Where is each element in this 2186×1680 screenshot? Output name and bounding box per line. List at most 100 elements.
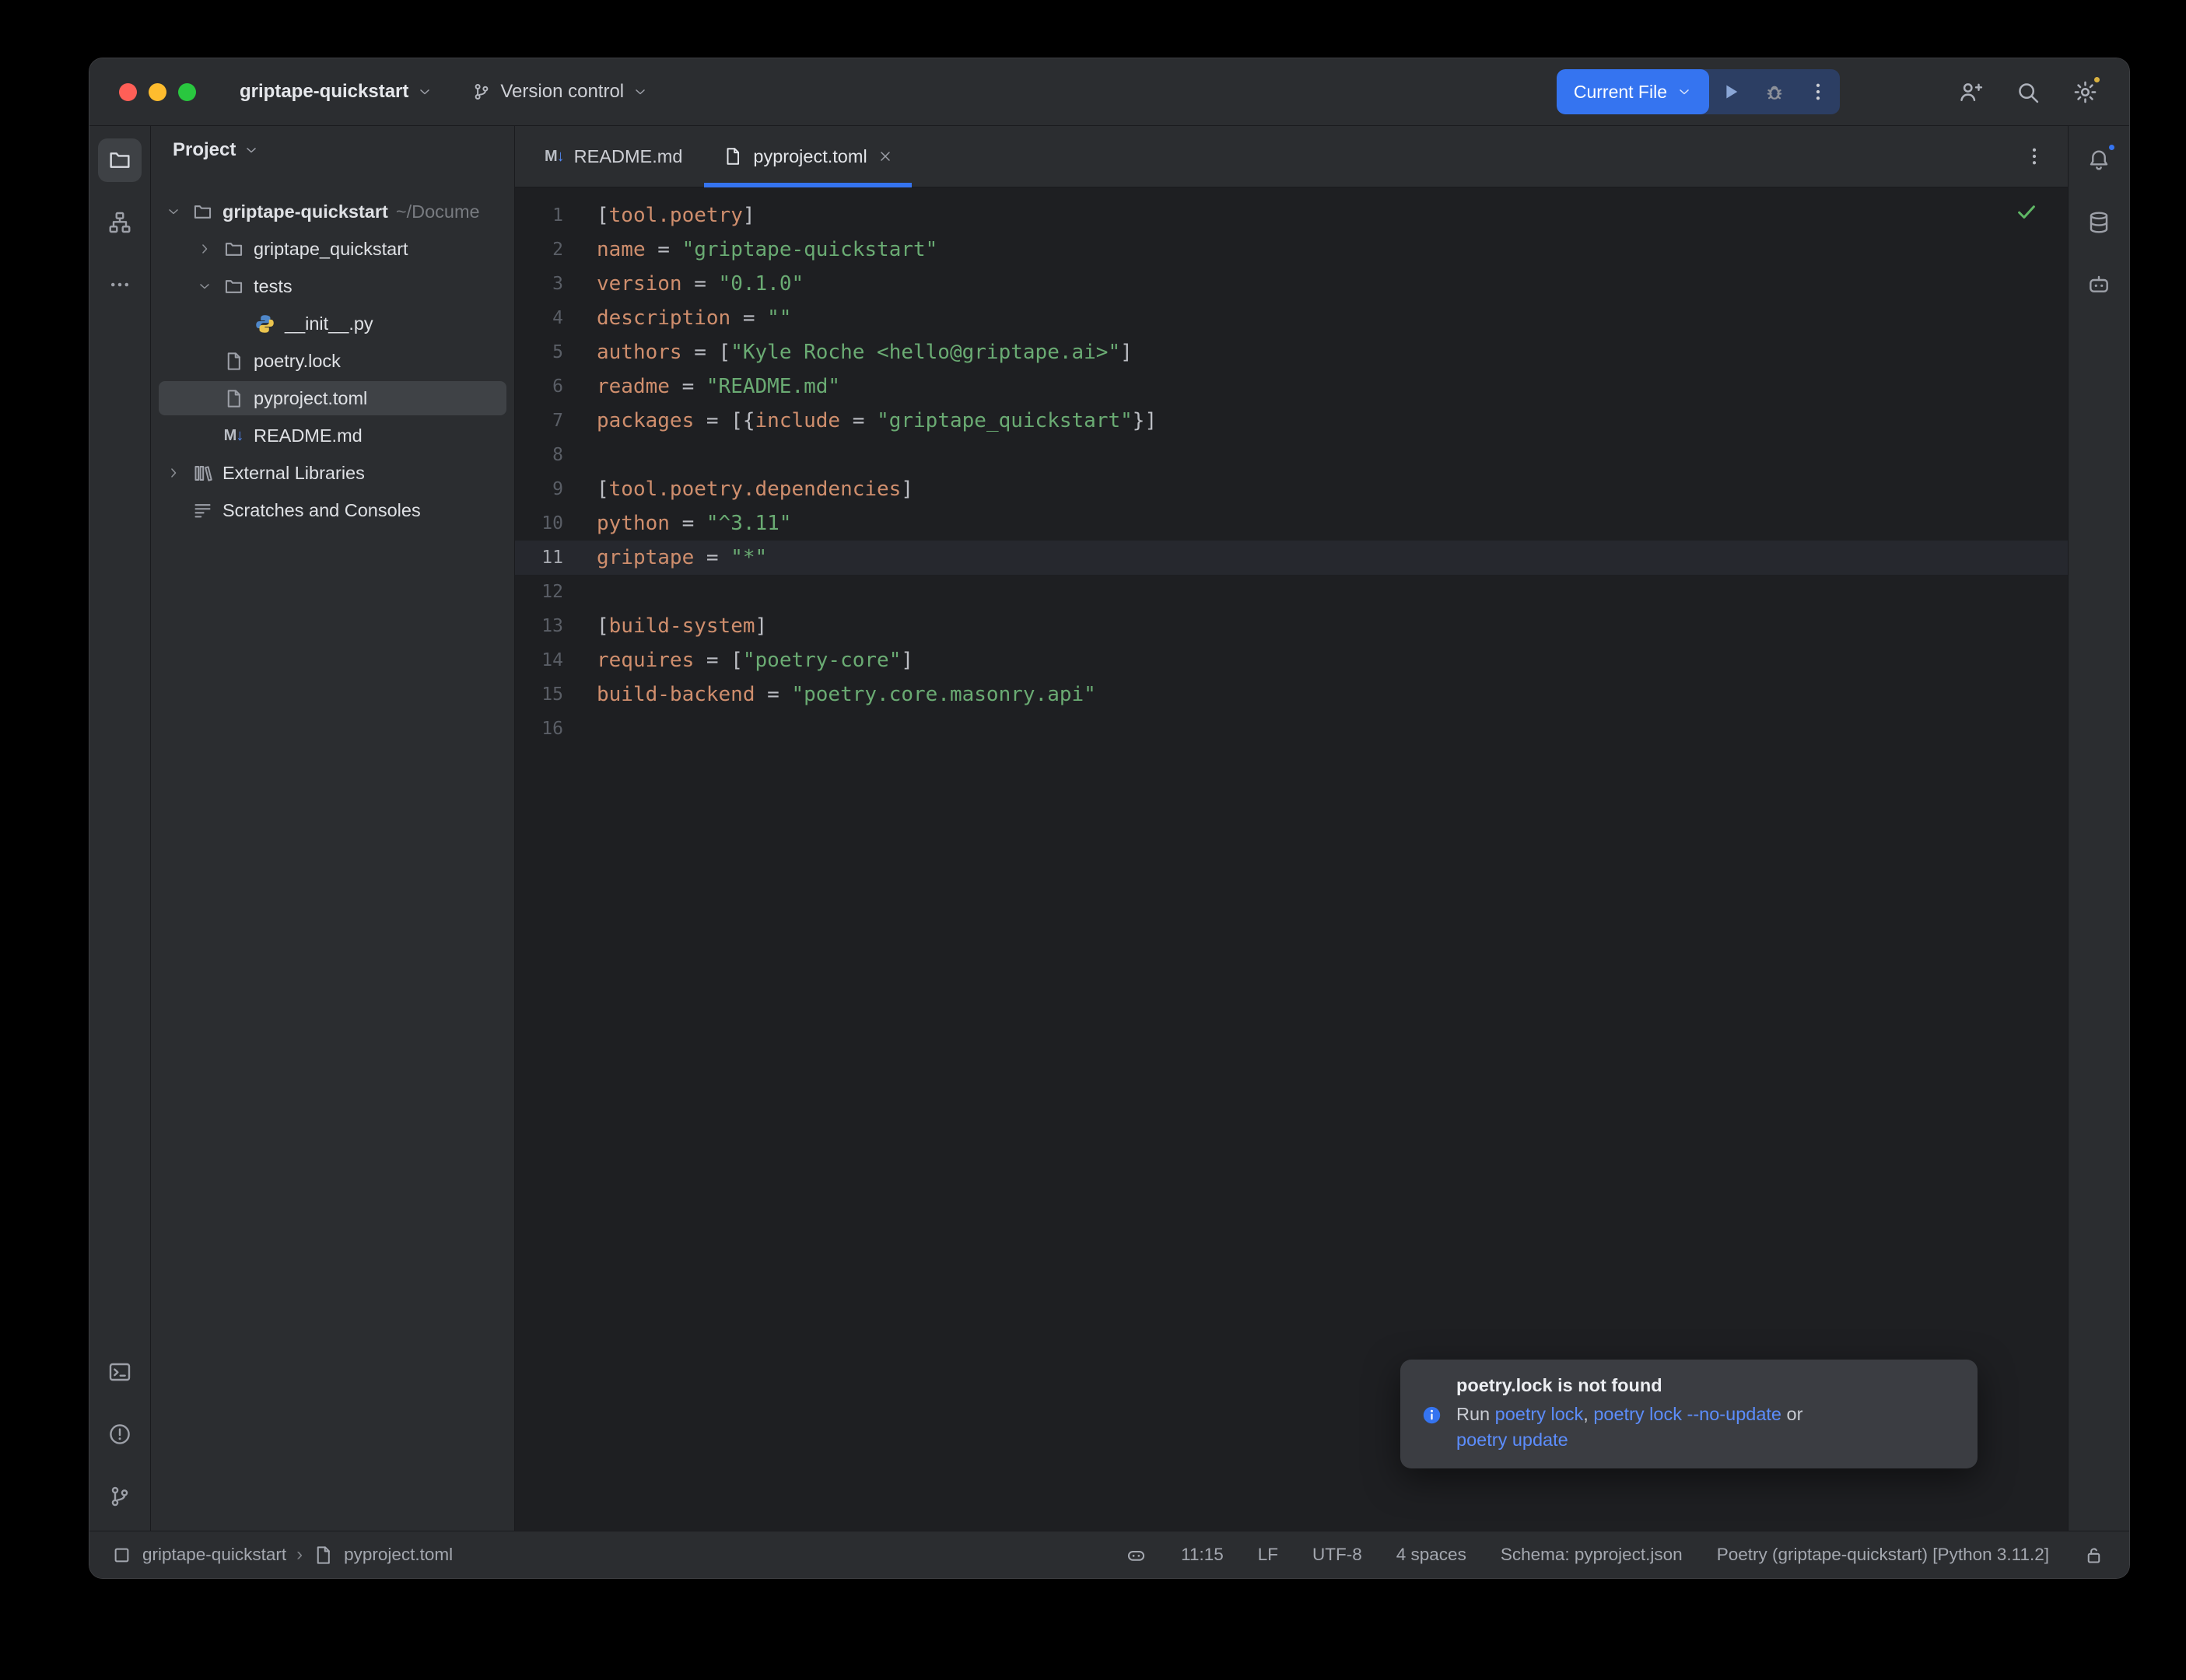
add-user-button[interactable]	[1949, 71, 1991, 113]
encoding-widget[interactable]: UTF-8	[1312, 1545, 1362, 1565]
line-text: [tool.poetry]	[563, 198, 755, 233]
tree-item-label: griptape_quickstart	[254, 239, 408, 260]
code-area[interactable]: 1[tool.poetry]2name = "griptape-quicksta…	[515, 187, 2068, 746]
run-widget: Current File	[1557, 69, 1840, 114]
editor[interactable]: 1[tool.poetry]2name = "griptape-quicksta…	[515, 187, 2068, 1531]
status-bar: griptape-quickstart›pyproject.toml 11:15…	[89, 1531, 2129, 1578]
database-tool-button[interactable]	[2077, 201, 2121, 244]
project-selector[interactable]: griptape-quickstart	[229, 73, 443, 110]
code-line[interactable]: 2name = "griptape-quickstart"	[515, 233, 2068, 267]
inspections-ok-icon[interactable]	[2015, 200, 2038, 223]
chevron-down-icon	[1676, 84, 1692, 100]
title-bar-actions: Current File	[1557, 69, 2106, 114]
code-line[interactable]: 10python = "^3.11"	[515, 506, 2068, 541]
right-tool-stripe	[2068, 126, 2129, 1531]
settings-button[interactable]	[2064, 71, 2106, 113]
line-text: version = "0.1.0"	[563, 267, 804, 301]
code-line[interactable]: 14requires = ["poetry-core"]	[515, 643, 2068, 677]
code-line[interactable]: 8	[515, 438, 2068, 472]
vcs-widget[interactable]: Version control	[461, 73, 659, 110]
file-icon	[218, 345, 249, 376]
line-number: 5	[515, 335, 563, 369]
code-line[interactable]: 9[tool.poetry.dependencies]	[515, 472, 2068, 506]
markdown-icon: M↓	[218, 420, 249, 451]
read-only-toggle-icon[interactable]	[2083, 1545, 2104, 1566]
chevron-right-icon[interactable]	[191, 233, 218, 264]
tab-pyproject-toml[interactable]: pyproject.toml	[702, 126, 913, 187]
info-icon	[1421, 1377, 1442, 1453]
cursor-position-widget[interactable]: 11:15	[1181, 1545, 1224, 1565]
breadcrumb-item-pyproject-toml[interactable]: pyproject.toml	[344, 1545, 453, 1565]
code-line[interactable]: 5authors = ["Kyle Roche <hello@griptape.…	[515, 335, 2068, 369]
tab-readme-md[interactable]: M↓README.md	[524, 126, 702, 187]
notification-link-poetry-lock[interactable]: poetry lock	[1495, 1404, 1584, 1424]
window-controls	[119, 83, 196, 101]
fullscreen-window-button[interactable]	[178, 83, 196, 101]
code-line[interactable]: 6readme = "README.md"	[515, 369, 2068, 404]
left-tool-stripe	[89, 126, 151, 1531]
interpreter-widget[interactable]: Poetry (griptape-quickstart) [Python 3.1…	[1717, 1545, 2049, 1565]
tree-item-tests[interactable]: tests	[151, 268, 514, 305]
tree-item-pyproject-toml[interactable]: pyproject.toml	[151, 380, 514, 417]
chevron-right-icon[interactable]	[160, 457, 187, 488]
line-number: 6	[515, 369, 563, 404]
python-icon	[249, 308, 280, 339]
line-number: 2	[515, 233, 563, 267]
more-tool-windows-button[interactable]	[98, 263, 142, 306]
line-separator-widget[interactable]: LF	[1258, 1545, 1278, 1565]
code-line[interactable]: 12	[515, 575, 2068, 609]
line-number: 7	[515, 404, 563, 438]
code-line[interactable]: 1[tool.poetry]	[515, 198, 2068, 233]
terminal-tool-button[interactable]	[98, 1350, 142, 1394]
ai-assistant-button[interactable]	[2077, 263, 2121, 306]
line-number: 12	[515, 575, 563, 609]
notification-text: or	[1781, 1404, 1802, 1424]
notification-link-poetry-lock-no-update[interactable]: poetry lock --no-update	[1593, 1404, 1781, 1424]
code-line[interactable]: 3version = "0.1.0"	[515, 267, 2068, 301]
tree-item-poetry-lock[interactable]: poetry.lock	[151, 342, 514, 380]
minimize-window-button[interactable]	[149, 83, 166, 101]
markdown-icon: M↓	[545, 148, 564, 166]
line-number: 11	[515, 541, 563, 575]
run-button[interactable]	[1709, 69, 1753, 114]
line-text	[563, 712, 597, 746]
line-text	[563, 575, 597, 609]
folder-icon	[218, 271, 249, 302]
chevron-down-icon[interactable]	[160, 196, 187, 227]
code-line[interactable]: 4description = ""	[515, 301, 2068, 335]
project-name: griptape-quickstart	[240, 81, 408, 103]
code-line[interactable]: 7packages = [{include = "griptape_quicks…	[515, 404, 2068, 438]
problems-tool-button[interactable]	[98, 1412, 142, 1456]
more-run-options-button[interactable]	[1796, 69, 1840, 114]
debug-button[interactable]	[1753, 69, 1796, 114]
code-line[interactable]: 15build-backend = "poetry.core.masonry.a…	[515, 677, 2068, 712]
notification-link-poetry-update[interactable]: poetry update	[1456, 1430, 1568, 1450]
json-schema-widget[interactable]: Schema: pyproject.json	[1501, 1545, 1683, 1565]
notification-body: Run poetry lock, poetry lock --no-update…	[1456, 1402, 1802, 1453]
code-line[interactable]: 13[build-system]	[515, 609, 2068, 643]
project-panel-header[interactable]: Project	[151, 126, 514, 174]
run-configuration-selector[interactable]: Current File	[1557, 69, 1709, 114]
copilot-status-icon[interactable]	[1126, 1545, 1147, 1566]
structure-tool-button[interactable]	[98, 201, 142, 244]
tree-item-griptape-quickstart[interactable]: griptape-quickstart~/Docume	[151, 193, 514, 230]
tree-item-scratches-and-consoles[interactable]: Scratches and Consoles	[151, 492, 514, 529]
tree-item-readme-md[interactable]: M↓README.md	[151, 417, 514, 454]
tab-options-button[interactable]	[2023, 145, 2046, 168]
code-line[interactable]: 11griptape = "*"	[515, 541, 2068, 575]
version-control-tool-button[interactable]	[98, 1475, 142, 1518]
search-everywhere-button[interactable]	[2006, 71, 2048, 113]
close-tab-icon[interactable]	[878, 149, 893, 164]
file-icon	[313, 1545, 334, 1566]
line-number: 8	[515, 438, 563, 472]
close-window-button[interactable]	[119, 83, 137, 101]
code-line[interactable]: 16	[515, 712, 2068, 746]
tree-item-init-py[interactable]: __init__.py	[151, 305, 514, 342]
indent-widget[interactable]: 4 spaces	[1396, 1545, 1466, 1565]
project-tool-button[interactable]	[98, 138, 142, 182]
chevron-down-icon[interactable]	[191, 271, 218, 302]
breadcrumb-item-griptape-quickstart[interactable]: griptape-quickstart	[142, 1545, 286, 1565]
tree-item-griptape-quickstart[interactable]: griptape_quickstart	[151, 230, 514, 268]
notifications-button[interactable]	[2077, 138, 2121, 182]
tree-item-external-libraries[interactable]: External Libraries	[151, 454, 514, 492]
